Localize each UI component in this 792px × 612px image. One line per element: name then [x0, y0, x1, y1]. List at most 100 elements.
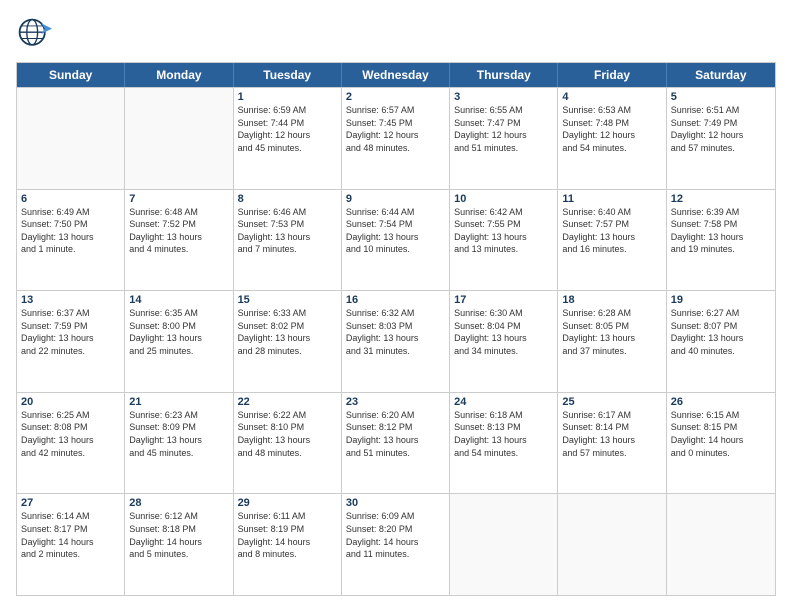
- day-info: Sunrise: 6:40 AM Sunset: 7:57 PM Dayligh…: [562, 206, 661, 256]
- day-info: Sunrise: 6:18 AM Sunset: 8:13 PM Dayligh…: [454, 409, 553, 459]
- calendar-row-3: 13Sunrise: 6:37 AM Sunset: 7:59 PM Dayli…: [17, 290, 775, 392]
- day-info: Sunrise: 6:46 AM Sunset: 7:53 PM Dayligh…: [238, 206, 337, 256]
- calendar-cell: 8Sunrise: 6:46 AM Sunset: 7:53 PM Daylig…: [234, 190, 342, 291]
- calendar-cell: 15Sunrise: 6:33 AM Sunset: 8:02 PM Dayli…: [234, 291, 342, 392]
- calendar-cell: 12Sunrise: 6:39 AM Sunset: 7:58 PM Dayli…: [667, 190, 775, 291]
- calendar-cell: 17Sunrise: 6:30 AM Sunset: 8:04 PM Dayli…: [450, 291, 558, 392]
- day-number: 27: [21, 497, 120, 509]
- day-info: Sunrise: 6:09 AM Sunset: 8:20 PM Dayligh…: [346, 510, 445, 560]
- day-info: Sunrise: 6:17 AM Sunset: 8:14 PM Dayligh…: [562, 409, 661, 459]
- calendar-row-2: 6Sunrise: 6:49 AM Sunset: 7:50 PM Daylig…: [17, 189, 775, 291]
- day-info: Sunrise: 6:12 AM Sunset: 8:18 PM Dayligh…: [129, 510, 228, 560]
- day-number: 8: [238, 193, 337, 205]
- day-number: 19: [671, 294, 771, 306]
- calendar-row-5: 27Sunrise: 6:14 AM Sunset: 8:17 PM Dayli…: [17, 493, 775, 595]
- logo-icon: [16, 16, 52, 52]
- day-number: 25: [562, 396, 661, 408]
- calendar-cell: [558, 494, 666, 595]
- weekday-header-sunday: Sunday: [17, 63, 125, 87]
- header: [16, 16, 776, 52]
- calendar-cell: 18Sunrise: 6:28 AM Sunset: 8:05 PM Dayli…: [558, 291, 666, 392]
- day-info: Sunrise: 6:49 AM Sunset: 7:50 PM Dayligh…: [21, 206, 120, 256]
- day-number: 16: [346, 294, 445, 306]
- day-info: Sunrise: 6:11 AM Sunset: 8:19 PM Dayligh…: [238, 510, 337, 560]
- day-number: 4: [562, 91, 661, 103]
- day-number: 7: [129, 193, 228, 205]
- calendar-cell: 4Sunrise: 6:53 AM Sunset: 7:48 PM Daylig…: [558, 88, 666, 189]
- day-info: Sunrise: 6:39 AM Sunset: 7:58 PM Dayligh…: [671, 206, 771, 256]
- calendar-cell: [125, 88, 233, 189]
- day-number: 18: [562, 294, 661, 306]
- calendar-cell: 25Sunrise: 6:17 AM Sunset: 8:14 PM Dayli…: [558, 393, 666, 494]
- day-info: Sunrise: 6:32 AM Sunset: 8:03 PM Dayligh…: [346, 307, 445, 357]
- calendar-cell: 13Sunrise: 6:37 AM Sunset: 7:59 PM Dayli…: [17, 291, 125, 392]
- weekday-header-saturday: Saturday: [667, 63, 775, 87]
- calendar-cell: 11Sunrise: 6:40 AM Sunset: 7:57 PM Dayli…: [558, 190, 666, 291]
- day-info: Sunrise: 6:23 AM Sunset: 8:09 PM Dayligh…: [129, 409, 228, 459]
- day-number: 2: [346, 91, 445, 103]
- calendar-cell: 23Sunrise: 6:20 AM Sunset: 8:12 PM Dayli…: [342, 393, 450, 494]
- day-info: Sunrise: 6:42 AM Sunset: 7:55 PM Dayligh…: [454, 206, 553, 256]
- day-number: 13: [21, 294, 120, 306]
- day-number: 15: [238, 294, 337, 306]
- day-info: Sunrise: 6:28 AM Sunset: 8:05 PM Dayligh…: [562, 307, 661, 357]
- calendar-row-1: 1Sunrise: 6:59 AM Sunset: 7:44 PM Daylig…: [17, 87, 775, 189]
- day-number: 9: [346, 193, 445, 205]
- day-number: 20: [21, 396, 120, 408]
- calendar-cell: 26Sunrise: 6:15 AM Sunset: 8:15 PM Dayli…: [667, 393, 775, 494]
- weekday-header-wednesday: Wednesday: [342, 63, 450, 87]
- calendar: SundayMondayTuesdayWednesdayThursdayFrid…: [16, 62, 776, 596]
- calendar-cell: 5Sunrise: 6:51 AM Sunset: 7:49 PM Daylig…: [667, 88, 775, 189]
- calendar-cell: 27Sunrise: 6:14 AM Sunset: 8:17 PM Dayli…: [17, 494, 125, 595]
- calendar-cell: 9Sunrise: 6:44 AM Sunset: 7:54 PM Daylig…: [342, 190, 450, 291]
- weekday-header-friday: Friday: [558, 63, 666, 87]
- calendar-cell: 1Sunrise: 6:59 AM Sunset: 7:44 PM Daylig…: [234, 88, 342, 189]
- calendar-cell: 2Sunrise: 6:57 AM Sunset: 7:45 PM Daylig…: [342, 88, 450, 189]
- calendar-body: 1Sunrise: 6:59 AM Sunset: 7:44 PM Daylig…: [17, 87, 775, 595]
- day-number: 6: [21, 193, 120, 205]
- day-number: 24: [454, 396, 553, 408]
- day-number: 3: [454, 91, 553, 103]
- page: SundayMondayTuesdayWednesdayThursdayFrid…: [0, 0, 792, 612]
- calendar-cell: [450, 494, 558, 595]
- day-number: 21: [129, 396, 228, 408]
- calendar-cell: 20Sunrise: 6:25 AM Sunset: 8:08 PM Dayli…: [17, 393, 125, 494]
- day-info: Sunrise: 6:22 AM Sunset: 8:10 PM Dayligh…: [238, 409, 337, 459]
- calendar-cell: [17, 88, 125, 189]
- calendar-cell: 21Sunrise: 6:23 AM Sunset: 8:09 PM Dayli…: [125, 393, 233, 494]
- day-info: Sunrise: 6:35 AM Sunset: 8:00 PM Dayligh…: [129, 307, 228, 357]
- day-number: 12: [671, 193, 771, 205]
- day-number: 22: [238, 396, 337, 408]
- calendar-cell: 14Sunrise: 6:35 AM Sunset: 8:00 PM Dayli…: [125, 291, 233, 392]
- day-info: Sunrise: 6:30 AM Sunset: 8:04 PM Dayligh…: [454, 307, 553, 357]
- day-number: 28: [129, 497, 228, 509]
- calendar-row-4: 20Sunrise: 6:25 AM Sunset: 8:08 PM Dayli…: [17, 392, 775, 494]
- day-number: 14: [129, 294, 228, 306]
- weekday-header-tuesday: Tuesday: [234, 63, 342, 87]
- calendar-cell: 7Sunrise: 6:48 AM Sunset: 7:52 PM Daylig…: [125, 190, 233, 291]
- day-info: Sunrise: 6:14 AM Sunset: 8:17 PM Dayligh…: [21, 510, 120, 560]
- day-number: 5: [671, 91, 771, 103]
- day-info: Sunrise: 6:44 AM Sunset: 7:54 PM Dayligh…: [346, 206, 445, 256]
- day-info: Sunrise: 6:20 AM Sunset: 8:12 PM Dayligh…: [346, 409, 445, 459]
- calendar-cell: 24Sunrise: 6:18 AM Sunset: 8:13 PM Dayli…: [450, 393, 558, 494]
- day-number: 1: [238, 91, 337, 103]
- day-number: 11: [562, 193, 661, 205]
- day-number: 23: [346, 396, 445, 408]
- day-number: 30: [346, 497, 445, 509]
- day-info: Sunrise: 6:51 AM Sunset: 7:49 PM Dayligh…: [671, 104, 771, 154]
- logo: [16, 16, 56, 52]
- calendar-cell: 30Sunrise: 6:09 AM Sunset: 8:20 PM Dayli…: [342, 494, 450, 595]
- calendar-cell: 28Sunrise: 6:12 AM Sunset: 8:18 PM Dayli…: [125, 494, 233, 595]
- day-info: Sunrise: 6:25 AM Sunset: 8:08 PM Dayligh…: [21, 409, 120, 459]
- day-number: 29: [238, 497, 337, 509]
- day-info: Sunrise: 6:15 AM Sunset: 8:15 PM Dayligh…: [671, 409, 771, 459]
- day-info: Sunrise: 6:57 AM Sunset: 7:45 PM Dayligh…: [346, 104, 445, 154]
- calendar-cell: 6Sunrise: 6:49 AM Sunset: 7:50 PM Daylig…: [17, 190, 125, 291]
- day-info: Sunrise: 6:55 AM Sunset: 7:47 PM Dayligh…: [454, 104, 553, 154]
- calendar-cell: [667, 494, 775, 595]
- day-info: Sunrise: 6:53 AM Sunset: 7:48 PM Dayligh…: [562, 104, 661, 154]
- weekday-header-thursday: Thursday: [450, 63, 558, 87]
- day-info: Sunrise: 6:37 AM Sunset: 7:59 PM Dayligh…: [21, 307, 120, 357]
- day-info: Sunrise: 6:48 AM Sunset: 7:52 PM Dayligh…: [129, 206, 228, 256]
